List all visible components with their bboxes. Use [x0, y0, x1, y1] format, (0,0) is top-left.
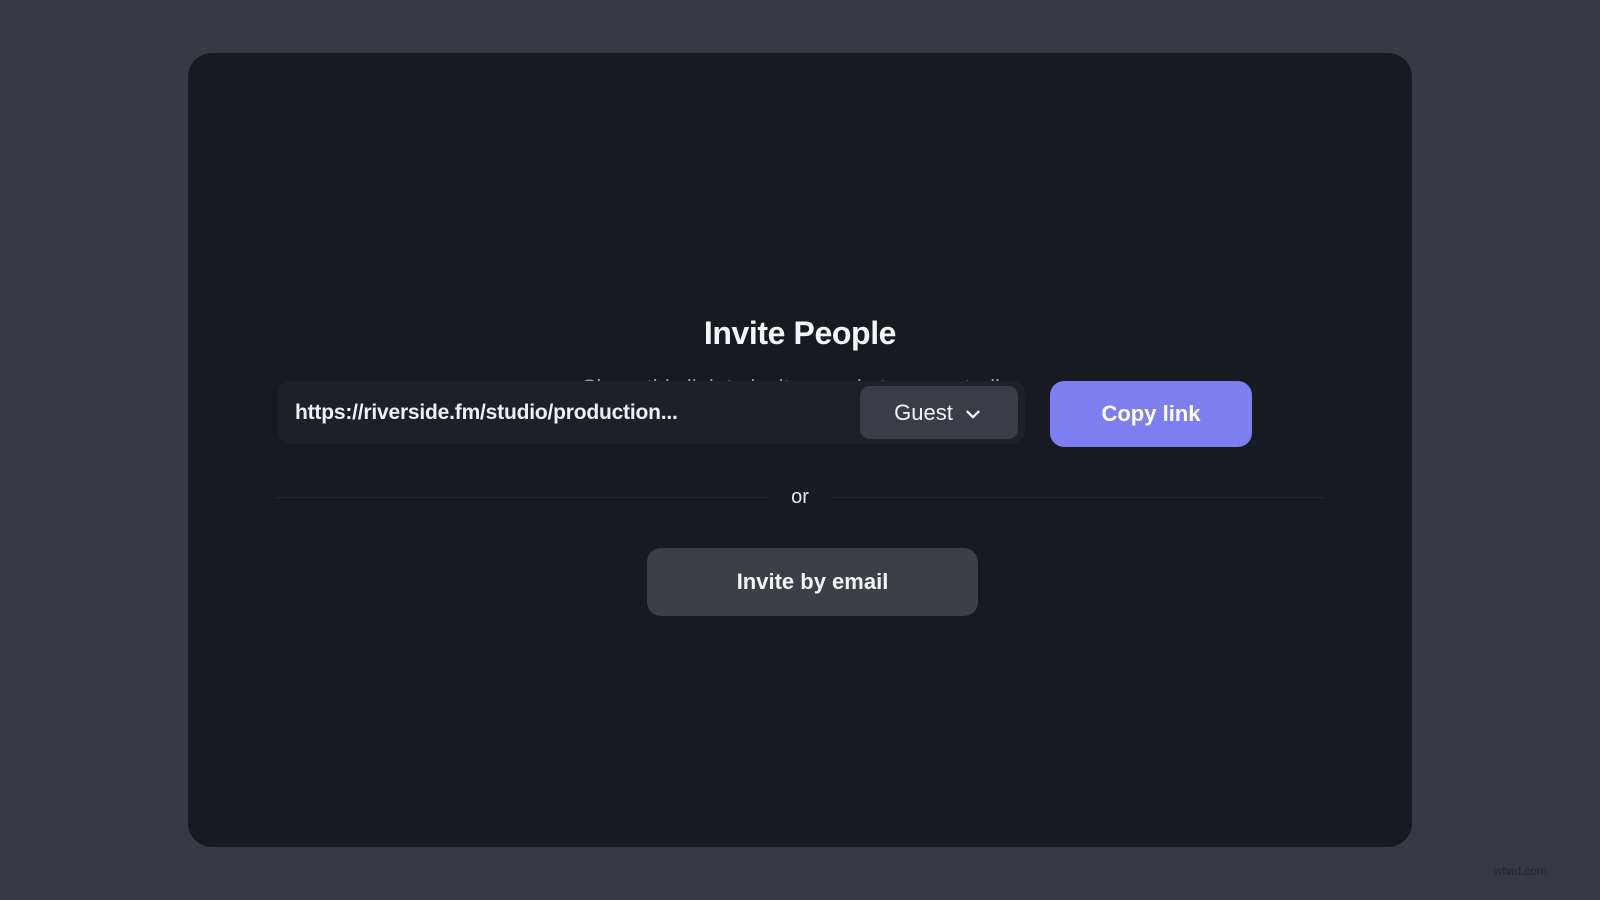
watermark: wtvid.com — [1494, 864, 1547, 878]
divider-label: or — [768, 486, 832, 509]
invite-link-text: https://riverside.fm/studio/production..… — [295, 401, 678, 425]
divider-line-left — [275, 497, 768, 498]
role-dropdown[interactable]: Guest — [860, 386, 1018, 439]
role-dropdown-label: Guest — [894, 400, 953, 426]
invite-by-email-button[interactable]: Invite by email — [647, 548, 978, 616]
invite-people-dialog: Invite People Share this link to invite … — [188, 53, 1412, 847]
dialog-title: Invite People — [188, 315, 1412, 352]
copy-link-button[interactable]: Copy link — [1050, 381, 1252, 447]
or-divider: or — [275, 477, 1325, 517]
chevron-down-icon — [962, 403, 984, 425]
divider-line-right — [832, 497, 1325, 498]
